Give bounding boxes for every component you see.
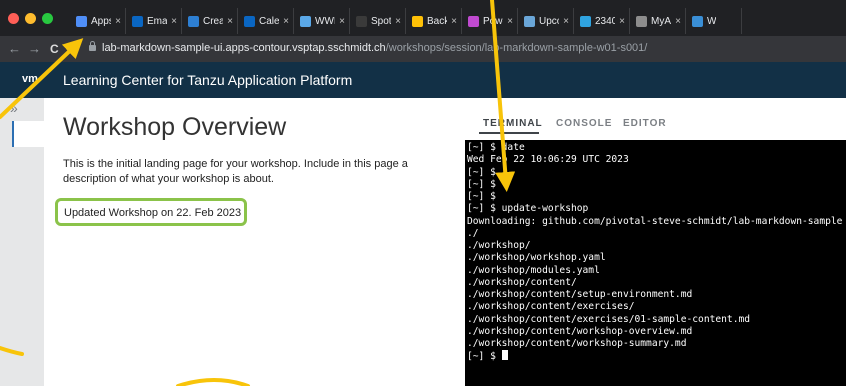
tab-title: WWI — [315, 15, 336, 27]
lock-icon[interactable] — [89, 41, 96, 51]
browser-tabs: Apps×Emai×Creat×Caler×WWI×Spot×Back×Powe… — [70, 8, 742, 34]
close-tab-icon[interactable]: × — [619, 16, 625, 27]
updated-workshop-note: Updated Workshop on 22. Feb 2023 — [55, 198, 247, 226]
tab-editor[interactable]: EDITOR — [623, 118, 667, 129]
address-bar[interactable]: lab-markdown-sample-ui.apps-contour.vspt… — [102, 42, 647, 54]
intro-text: This is the initial landing page for you… — [63, 158, 408, 185]
app-header: vm Learning Center for Tanzu Application… — [0, 62, 846, 98]
tab-favicon-icon — [244, 15, 255, 27]
tab-title: Creat — [203, 15, 224, 27]
minimize-window-button[interactable] — [25, 13, 36, 24]
browser-tab[interactable]: Upco × — [518, 8, 574, 34]
browser-tab[interactable]: Creat× — [182, 8, 238, 34]
terminal-line: [~] $ — [467, 191, 496, 202]
terminal-line: ./workshop/content/workshop-summary.md — [467, 338, 687, 349]
browser-tab[interactable]: W — [686, 8, 742, 34]
tab-title: Spot — [371, 15, 392, 27]
tab-favicon-icon — [636, 15, 647, 27]
terminal-line: ./workshop/content/ — [467, 276, 577, 288]
page-title: Workshop Overview — [63, 113, 287, 141]
browser-tab[interactable]: Back × — [406, 8, 462, 34]
url-path: /workshops/session/lab-markdown-sample-w… — [385, 42, 648, 54]
tab-favicon-icon — [412, 15, 423, 27]
terminal-line: ./workshop/content/exercises/01-sample-c… — [467, 313, 751, 325]
tab-favicon-icon — [132, 15, 143, 27]
close-tab-icon[interactable]: × — [115, 16, 121, 27]
close-tab-icon[interactable]: × — [507, 16, 513, 27]
tab-favicon-icon — [468, 15, 479, 27]
terminal-line: [~] $ — [467, 166, 496, 178]
tab-title: Caler — [259, 15, 280, 27]
browser-toolbar: ← → C lab-markdown-sample-ui.apps-contou… — [0, 36, 846, 62]
tab-terminal[interactable]: TERMINAL — [483, 118, 543, 129]
reload-icon[interactable]: C — [50, 41, 59, 57]
close-tab-icon[interactable]: × — [395, 16, 401, 27]
tab-title: 2340 — [595, 15, 616, 27]
browser-tab[interactable]: MyAI × — [630, 8, 686, 34]
browser-tab[interactable]: 2340 × — [574, 8, 630, 34]
active-tab-indicator — [479, 132, 539, 134]
terminal-line: ./workshop/content/workshop-overview.md — [467, 325, 693, 337]
sidebar-item-selected[interactable] — [12, 121, 44, 147]
close-tab-icon[interactable]: × — [283, 16, 289, 27]
close-tab-icon[interactable]: × — [339, 16, 345, 27]
browser-tab[interactable]: Spot × — [350, 8, 406, 34]
browser-tab[interactable]: Emai× — [126, 8, 182, 34]
back-icon[interactable]: ← — [8, 41, 21, 57]
terminal-line: ./workshop/content/exercises/ — [467, 301, 635, 313]
browser-tab-strip: Apps×Emai×Creat×Caler×WWI×Spot×Back×Powe… — [0, 0, 846, 36]
terminal-line: [~] $ date — [467, 142, 525, 153]
tab-title: MyAI — [651, 15, 671, 27]
tab-favicon-icon — [356, 15, 367, 27]
close-window-button[interactable] — [8, 13, 19, 24]
terminal-line: Wed Feb 22 10:06:29 UTC 2023 — [467, 154, 629, 166]
browser-tab[interactable]: Caler× — [238, 8, 294, 34]
tab-favicon-icon — [188, 15, 199, 27]
tab-favicon-icon — [524, 15, 535, 27]
close-tab-icon[interactable]: × — [563, 16, 569, 27]
tab-favicon-icon — [300, 15, 311, 27]
terminal-cursor — [501, 350, 508, 361]
app-title: Learning Center for Tanzu Application Pl… — [63, 72, 353, 88]
terminal-line: [~] $ — [467, 178, 496, 190]
terminal-line: [~] $ update-workshop — [467, 203, 589, 215]
sidebar: » — [0, 98, 44, 386]
close-tab-icon[interactable]: × — [675, 16, 681, 27]
tab-title: Apps — [91, 15, 111, 27]
terminal-line: ./ — [467, 227, 479, 239]
close-tab-icon[interactable]: × — [451, 16, 457, 27]
terminal-output: [~] $ date Wed Feb 22 10:06:29 UTC 2023 [~… — [465, 140, 846, 364]
terminal-line: ./workshop/content/setup-environment.md — [467, 289, 693, 300]
terminal-line: ./workshop/workshop.yaml — [467, 252, 606, 264]
tab-title: Upco — [539, 15, 559, 27]
terminal-pane[interactable]: [~] $ date Wed Feb 22 10:06:29 UTC 2023 [~… — [465, 140, 846, 386]
tab-title: Emai — [147, 15, 168, 27]
tab-favicon-icon — [692, 15, 703, 27]
terminal-line: ./workshop/modules.yaml — [467, 264, 600, 276]
tab-title: Powe — [483, 15, 503, 27]
browser-tab[interactable]: Powe × — [462, 8, 518, 34]
tab-title: W — [707, 15, 717, 27]
terminal-prompt[interactable]: [~] $ — [467, 350, 846, 363]
vmware-logo: vm — [22, 73, 38, 85]
tab-console[interactable]: CONSOLE — [556, 118, 612, 129]
browser-tab[interactable]: Apps × — [70, 8, 126, 34]
tab-favicon-icon — [76, 15, 87, 27]
close-tab-icon[interactable]: × — [171, 16, 177, 27]
close-tab-icon[interactable]: × — [227, 16, 233, 27]
tab-title: Back — [427, 15, 448, 27]
annotation-curve-bottom — [176, 378, 250, 386]
window-controls — [8, 13, 53, 24]
zoom-window-button[interactable] — [42, 13, 53, 24]
terminal-line: Downloading: github.com/pivotal-steve-sc… — [467, 215, 843, 227]
forward-icon[interactable]: → — [28, 41, 41, 57]
url-host: lab-markdown-sample-ui.apps-contour.vspt… — [102, 42, 386, 54]
browser-tab[interactable]: WWI × — [294, 8, 350, 34]
sidebar-toggle-icon[interactable]: » — [10, 100, 18, 116]
tab-favicon-icon — [580, 15, 591, 27]
terminal-line: ./workshop/ — [467, 240, 531, 251]
